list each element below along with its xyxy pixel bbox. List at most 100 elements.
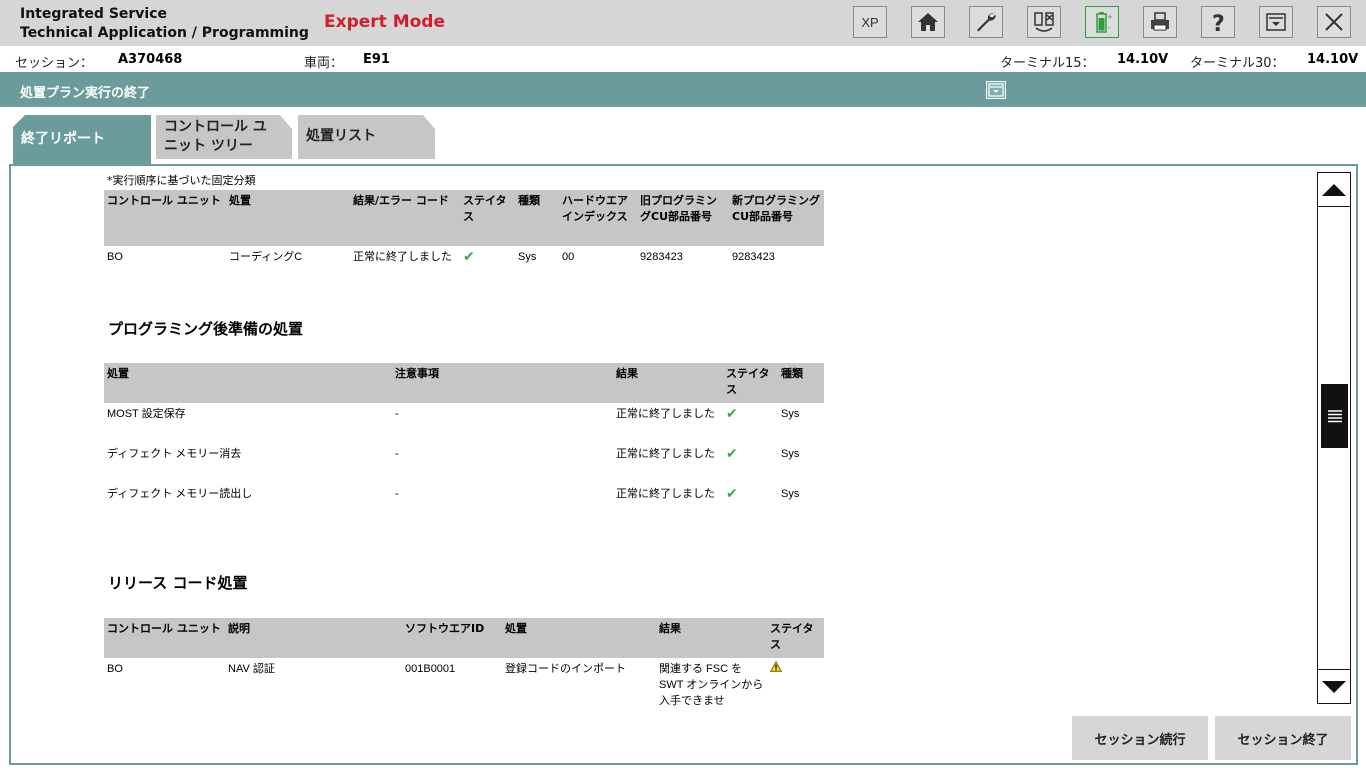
table-cell: 9283423 [732, 251, 775, 263]
report-content-panel: *実行順序に基づいた固定分類 コントロール ユニット 処置 結果/エラー コード… [9, 164, 1358, 765]
section-title-post-programming: プログラミング後準備の処置 [108, 320, 304, 338]
table-header-row: コントロール ユニット 処置 結果/エラー コード ステイタス 種類 ハードウエ… [104, 190, 824, 246]
table-cell: BO [107, 251, 123, 263]
table-cell: 正常に終了しました [616, 448, 715, 460]
table-cell: ディフェクト メモリー消去 [107, 448, 242, 460]
column-header: 処置 [104, 363, 392, 403]
column-header: ソフトウエアID [402, 618, 502, 658]
sort-note: *実行順序に基づいた固定分類 [107, 174, 256, 187]
table-cell: - [395, 488, 399, 500]
scroll-down-button[interactable] [1318, 669, 1350, 703]
table-cell: 正常に終了しました [616, 488, 715, 500]
column-header: 処置 [226, 190, 350, 246]
tab-measure-list[interactable]: 処置リスト [298, 115, 435, 159]
session-info-bar: セッション： A370468 車両： E91 ターミナル15： 14.10V タ… [0, 46, 1366, 72]
success-check-icon: ✔ [463, 248, 475, 264]
vertical-scrollbar[interactable] [1317, 172, 1351, 704]
table-row: BO コーディングC 正常に終了しました ✔ Sys 00 9283423 92… [104, 246, 824, 269]
table-cell: コーディングC [229, 251, 303, 263]
table-cell: Sys [518, 251, 537, 263]
service-functions-button[interactable] [969, 6, 1003, 38]
table-row: ディフェクト メモリー読出し - 正常に終了しました ✔ Sys [104, 483, 824, 523]
column-header: 処置 [502, 618, 656, 658]
battery-button[interactable]: + - [1085, 6, 1119, 38]
terminal30-value: 14.10V [1307, 52, 1359, 67]
section-title-release-code: リリース コード処置 [108, 574, 248, 592]
status-cell [767, 658, 824, 706]
print-button[interactable] [1143, 6, 1177, 38]
table-cell: - [395, 448, 399, 460]
home-icon [918, 13, 938, 31]
column-header: 結果/エラー コード [350, 190, 460, 246]
page-title: 処置プラン実行の終了 [20, 86, 151, 101]
question-icon: ? [1212, 12, 1225, 34]
table-cell: Sys [781, 448, 800, 460]
column-header: 注意事項 [392, 363, 613, 403]
vehicle-label: 車両： [304, 56, 344, 71]
wrench-icon [977, 12, 996, 32]
collapse-icon [988, 83, 1004, 97]
table-cell: MOST 設定保存 [107, 408, 186, 420]
scroll-thumb[interactable] [1321, 384, 1348, 448]
app-header: Integrated Service Technical Application… [0, 0, 1366, 46]
table-cell: 関連する FSC を SWT オンラインから入手できませ [659, 663, 764, 706]
vehicle-connection-button[interactable] [1027, 6, 1061, 38]
column-header: 種類 [778, 363, 824, 403]
table-row: ディフェクト メモリー消去 - 正常に終了しました ✔ Sys [104, 443, 824, 483]
column-header: ハードウエア インデックス [559, 190, 637, 246]
collapse-button[interactable] [986, 81, 1006, 99]
status-cell: ✔ [723, 403, 778, 443]
svg-text:?: ? [1212, 12, 1225, 34]
continue-session-button[interactable]: セッション続行 [1072, 716, 1208, 760]
battery-icon: +- [1096, 12, 1113, 33]
svg-text:+: + [1107, 13, 1113, 21]
column-header: ステイタス [460, 190, 515, 246]
app-title: Integrated Service Technical Application… [20, 5, 309, 43]
success-check-icon: ✔ [726, 445, 738, 461]
minimize-window-icon [1266, 13, 1286, 31]
xp-button[interactable]: XP [853, 6, 887, 38]
table-cell: Sys [781, 488, 800, 500]
scroll-up-button[interactable] [1318, 173, 1350, 207]
vehicle-value: E91 [363, 52, 390, 67]
report-scroll-area[interactable]: *実行順序に基づいた固定分類 コントロール ユニット 処置 結果/エラー コード… [11, 166, 1311, 706]
warning-icon [769, 660, 783, 672]
xp-label: XP [861, 14, 879, 30]
end-session-button[interactable]: セッション終了 [1215, 716, 1351, 760]
release-code-table: コントロール ユニット 説明 ソフトウエアID 処置 結果 ステイタス BO N… [104, 618, 824, 706]
terminal15-value: 14.10V [1117, 52, 1169, 67]
table-cell: 正常に終了しました [616, 408, 715, 420]
expert-mode-label: Expert Mode [324, 12, 446, 32]
printer-icon [1151, 12, 1169, 31]
terminal15-label: ターミナル15： [1000, 56, 1095, 71]
column-header: コントロール ユニット [104, 618, 225, 658]
post-programming-table: 処置 注意事項 結果 ステイタス 種類 MOST 設定保存 - 正常に終了しまし… [104, 363, 824, 523]
tab-measure-list-label: 処置リスト [306, 128, 376, 144]
tab-control-unit-tree-line1: コントロール ユ [164, 119, 267, 135]
table-cell: 00 [562, 251, 575, 263]
tab-control-unit-tree-line2: ニット ツリー [164, 138, 253, 154]
column-header: ステイタス [723, 363, 778, 403]
table-cell: ディフェクト メモリー読出し [107, 488, 253, 500]
column-header: 種類 [515, 190, 559, 246]
table-cell: 9283423 [640, 251, 683, 263]
tab-control-unit-tree[interactable]: コントロール ユ ニット ツリー [156, 115, 292, 159]
tab-final-report[interactable]: 終了リポート [13, 115, 151, 165]
terminal30-label: ターミナル30： [1190, 56, 1285, 71]
table-cell: 001B0001 [405, 663, 456, 675]
table-cell: BO [107, 663, 123, 675]
app-title-line1: Integrated Service [20, 6, 168, 22]
column-header: ステイタス [767, 618, 824, 658]
table-header-row: コントロール ユニット 説明 ソフトウエアID 処置 結果 ステイタス [104, 618, 824, 658]
help-button[interactable]: ? [1201, 6, 1235, 38]
home-button[interactable] [911, 6, 945, 38]
success-check-icon: ✔ [726, 485, 738, 501]
coding-results-table: コントロール ユニット 処置 結果/エラー コード ステイタス 種類 ハードウエ… [104, 190, 824, 269]
table-row: MOST 設定保存 - 正常に終了しました ✔ Sys [104, 403, 824, 443]
table-cell: 正常に終了しました [353, 251, 452, 263]
minimize-button[interactable] [1259, 6, 1293, 38]
status-cell: ✔ [460, 246, 515, 269]
close-button[interactable] [1317, 6, 1351, 38]
column-header: コントロール ユニット [104, 190, 226, 246]
table-row: BO NAV 認証 001B0001 登録コードのインポート 関連する FSC … [104, 658, 824, 706]
